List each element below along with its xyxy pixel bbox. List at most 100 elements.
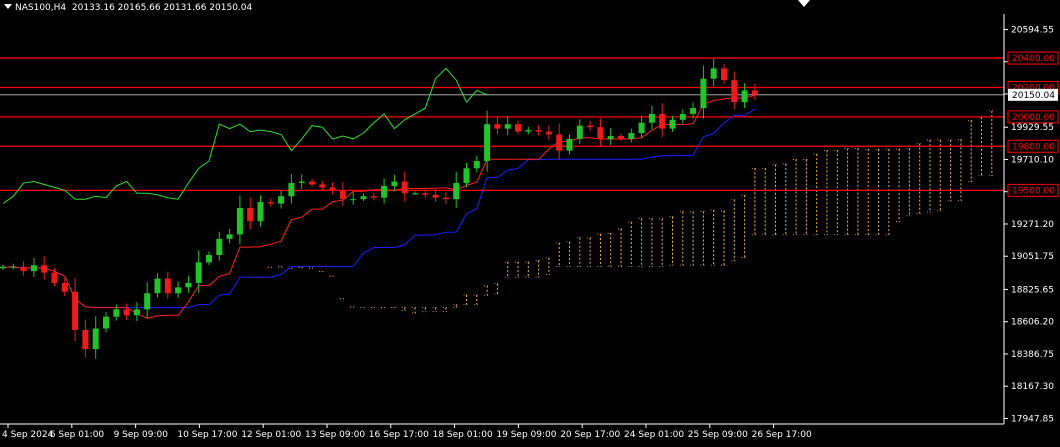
x-tick-label: 9 Sep 09:00 [114,430,169,440]
candle-body[interactable] [30,265,37,272]
candle-body[interactable] [51,272,58,283]
candle-body[interactable] [339,190,346,200]
candle-body[interactable] [710,68,717,79]
candle-body[interactable] [154,278,161,294]
candle-body[interactable] [587,125,594,128]
candle-body[interactable] [442,197,449,200]
price-chart[interactable]: 20594.5520375.1020155.6519929.5519710.10… [0,0,1060,443]
x-tick-label: 26 Sep 17:00 [752,430,812,440]
candle-body[interactable] [751,90,758,95]
candle-body[interactable] [185,282,192,288]
candle-body[interactable] [628,133,635,139]
x-tick-label: 10 Sep 17:00 [177,430,237,440]
level-label: 19800.00 [1012,142,1055,152]
y-tick-label: 17947.85 [1011,414,1054,424]
candle-body[interactable] [679,113,686,120]
x-tick-label: 12 Sep 01:00 [241,430,301,440]
x-tick-label: 4 Sep 2024 [2,430,54,440]
x-tick-label: 18 Sep 01:00 [433,430,493,440]
candle-body[interactable] [164,278,171,294]
candle-body[interactable] [257,202,264,222]
x-tick-label: 25 Sep 09:00 [688,430,748,440]
candle-body[interactable] [432,194,439,198]
candle-body[interactable] [329,187,336,191]
candle-body[interactable] [41,265,48,273]
candle-body[interactable] [731,80,738,103]
candle-body[interactable] [350,199,357,201]
ohlc-label: 20133.16 20165.66 20131.66 20150.04 [71,3,253,13]
candle-body[interactable] [525,130,532,132]
candle-body[interactable] [82,329,89,350]
candle-body[interactable] [247,207,254,222]
candle-body[interactable] [175,287,182,294]
candle-body[interactable] [607,135,614,139]
candle-body[interactable] [515,124,521,132]
candle-body[interactable] [0,266,6,269]
candle-body[interactable] [206,255,212,263]
candle-body[interactable] [288,182,295,197]
candle-body[interactable] [360,196,367,200]
y-tick-label: 19271.20 [1011,220,1054,230]
kijun-sen-line [2,108,756,309]
candle-body[interactable] [195,262,202,283]
candle-body[interactable] [494,124,501,129]
scroll-marker-icon[interactable] [798,0,810,7]
candle-body[interactable] [741,90,748,103]
candle-body[interactable] [391,181,398,186]
candle-body[interactable] [556,134,563,151]
candle-body[interactable] [278,196,285,204]
y-tick-label: 18386.75 [1011,350,1054,360]
candle-body[interactable] [226,234,233,239]
candle-body[interactable] [10,266,17,268]
candle-body[interactable] [236,207,243,235]
candle-body[interactable] [576,125,583,139]
candle-body[interactable] [381,185,388,198]
candle-body[interactable] [216,238,223,256]
candle-body[interactable] [597,127,604,139]
candle-body[interactable] [484,124,491,161]
candle-body[interactable] [319,184,326,188]
candle-body[interactable] [566,138,573,151]
candle-body[interactable] [20,266,27,272]
candle-body[interactable] [618,135,624,139]
chart-canvas[interactable]: 20594.5520375.1020155.6519929.5519710.10… [0,0,1060,443]
candle-body[interactable] [638,122,645,134]
candle-body[interactable] [412,193,418,195]
candle-body[interactable] [669,119,676,129]
x-tick-label: 24 Sep 01:00 [624,430,684,440]
level-label: 20000.00 [1012,113,1055,123]
candle-body[interactable] [133,309,140,316]
y-tick-label: 19710.10 [1011,155,1054,165]
candle-body[interactable] [463,168,470,183]
candle-body[interactable] [61,282,68,292]
candle-body[interactable] [309,181,315,185]
candle-body[interactable] [92,328,99,350]
candle-body[interactable] [401,181,408,194]
candle-body[interactable] [422,193,429,195]
candle-body[interactable] [545,131,552,135]
candle-body[interactable] [123,309,130,316]
candle-body[interactable] [103,316,109,329]
y-tick-label: 18606.20 [1011,318,1054,328]
current-price-label: 20150.04 [1012,91,1055,101]
candle-body[interactable] [453,182,460,200]
candle-body[interactable] [72,291,79,330]
dropdown-triangle-icon[interactable] [4,4,12,9]
candle-body[interactable] [659,113,666,129]
y-tick-label: 18167.30 [1011,382,1054,392]
candle-body[interactable] [113,309,120,317]
candle-body[interactable] [298,181,305,183]
x-tick-label: 16 Sep 17:00 [369,430,429,440]
candle-body[interactable] [370,196,377,198]
candle-body[interactable] [721,68,727,81]
candle-body[interactable] [700,78,707,109]
candle-body[interactable] [267,202,274,204]
y-tick-label: 18825.65 [1011,285,1054,295]
candle-body[interactable] [535,130,542,132]
candle-body[interactable] [473,160,480,169]
candle-body[interactable] [504,124,511,129]
candle-body[interactable] [144,293,151,310]
candle-body[interactable] [690,108,697,114]
chikou-span-line [2,67,488,205]
candle-body[interactable] [648,113,655,123]
